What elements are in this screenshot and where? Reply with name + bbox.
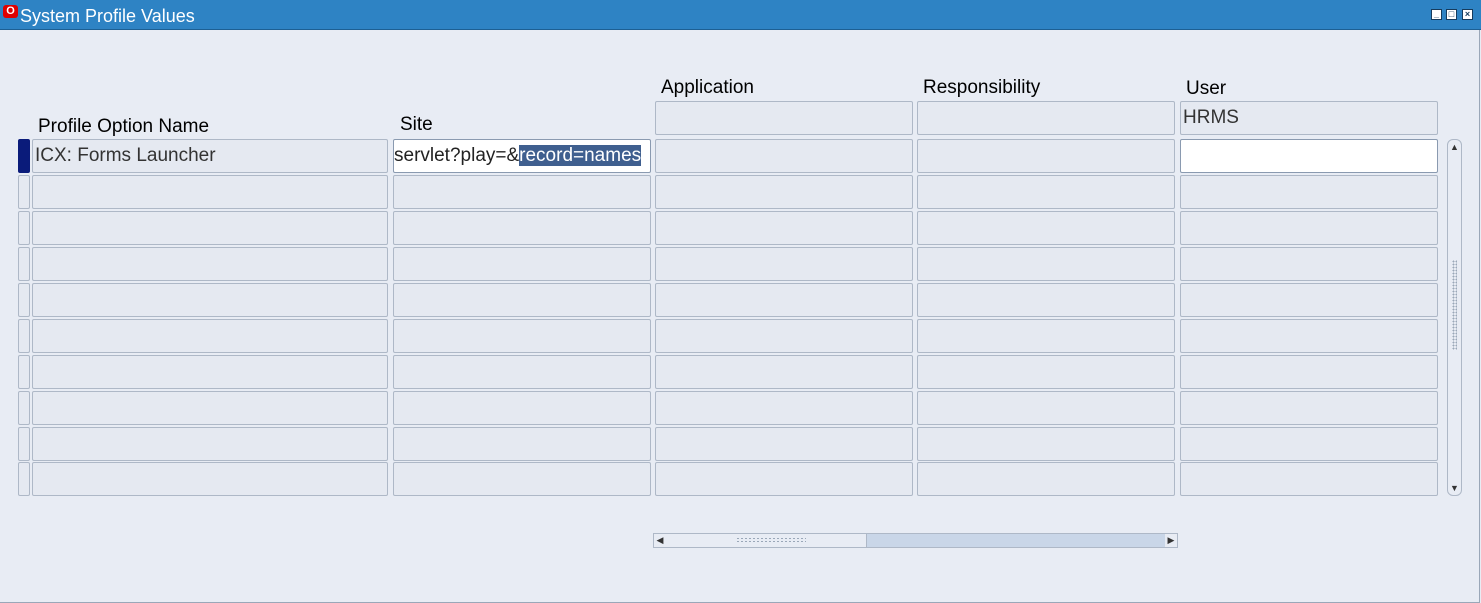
application-value-field[interactable] (655, 462, 913, 496)
context-application-field[interactable] (655, 101, 913, 135)
user-value-field[interactable] (1180, 139, 1438, 173)
profile-option-name-field[interactable]: ICX: Forms Launcher (32, 139, 388, 173)
responsibility-value-field[interactable] (917, 462, 1175, 496)
application-value-field[interactable] (655, 211, 913, 245)
responsibility-value-field[interactable] (917, 139, 1175, 173)
context-responsibility-field[interactable] (917, 101, 1175, 135)
header-application: Application (661, 77, 754, 98)
application-value-field[interactable] (655, 391, 913, 425)
responsibility-value-field[interactable] (917, 175, 1175, 209)
profile-option-name-field[interactable] (32, 211, 388, 245)
responsibility-value-field[interactable] (917, 211, 1175, 245)
record-indicator[interactable] (18, 175, 30, 209)
profile-option-name-field[interactable] (32, 391, 388, 425)
responsibility-value-field[interactable] (917, 391, 1175, 425)
application-value-field[interactable] (655, 427, 913, 461)
user-value-field[interactable] (1180, 319, 1438, 353)
profile-option-name-field[interactable] (32, 283, 388, 317)
site-value-field[interactable] (393, 283, 651, 317)
vertical-scrollbar[interactable]: ▲ ▼ (1447, 139, 1462, 496)
application-value-field[interactable] (655, 139, 913, 173)
header-responsibility: Responsibility (923, 77, 1041, 98)
scroll-right-icon[interactable]: ▶ (1165, 534, 1177, 547)
scroll-down-icon[interactable]: ▼ (1448, 482, 1461, 494)
window-title: System Profile Values (20, 6, 195, 26)
record-indicator[interactable] (18, 391, 30, 425)
record-indicator[interactable] (18, 283, 30, 317)
record-indicator[interactable] (18, 355, 30, 389)
user-value-field[interactable] (1180, 391, 1438, 425)
site-value-field[interactable]: servlet?play=&record=names (393, 139, 651, 173)
site-value-text: servlet?play=& (394, 145, 520, 166)
header-profile-option-name: Profile Option Name (38, 116, 210, 137)
site-value-field[interactable] (393, 319, 651, 353)
application-value-field[interactable] (655, 319, 913, 353)
user-value-field[interactable] (1180, 175, 1438, 209)
profile-option-name-field[interactable] (32, 462, 388, 496)
profile-option-name-field[interactable] (32, 427, 388, 461)
record-indicator[interactable] (18, 211, 30, 245)
application-value-field[interactable] (655, 247, 913, 281)
oracle-logo-icon: O (3, 5, 18, 18)
site-value-field[interactable] (393, 211, 651, 245)
user-value-field[interactable] (1180, 247, 1438, 281)
header-user: User (1186, 78, 1227, 99)
minimize-icon[interactable]: _ (1431, 9, 1442, 20)
profile-option-name-field[interactable] (32, 247, 388, 281)
profile-option-name-field[interactable] (32, 319, 388, 353)
user-value-field[interactable] (1180, 355, 1438, 389)
close-icon[interactable]: × (1462, 9, 1473, 20)
context-user-field[interactable]: HRMS (1180, 101, 1438, 135)
user-value-field[interactable] (1180, 283, 1438, 317)
scroll-up-icon[interactable]: ▲ (1448, 141, 1461, 153)
user-value-field[interactable] (1180, 211, 1438, 245)
site-value-field[interactable] (393, 462, 651, 496)
header-site: Site (400, 114, 433, 135)
responsibility-value-field[interactable] (917, 319, 1175, 353)
responsibility-value-field[interactable] (917, 427, 1175, 461)
site-value-field[interactable] (393, 391, 651, 425)
site-value-field[interactable] (393, 175, 651, 209)
responsibility-value-field[interactable] (917, 247, 1175, 281)
responsibility-value-field[interactable] (917, 283, 1175, 317)
maximize-icon[interactable]: □ (1446, 9, 1457, 20)
scroll-left-icon[interactable]: ◀ (654, 534, 666, 547)
responsibility-value-field[interactable] (917, 355, 1175, 389)
horizontal-scrollbar[interactable]: ◀ ▶ (653, 533, 1178, 548)
site-value-field[interactable] (393, 427, 651, 461)
site-value-field[interactable] (393, 247, 651, 281)
record-indicator[interactable] (18, 462, 30, 496)
scrollbar-grip-icon (736, 537, 806, 544)
application-value-field[interactable] (655, 175, 913, 209)
user-value-field[interactable] (1180, 462, 1438, 496)
horizontal-scroll-thumb[interactable] (666, 534, 867, 547)
site-value-field[interactable] (393, 355, 651, 389)
record-indicator-current[interactable] (18, 139, 30, 173)
title-bar[interactable]: O System Profile Values _ □ × (0, 0, 1481, 30)
application-value-field[interactable] (655, 283, 913, 317)
record-indicator[interactable] (18, 319, 30, 353)
scrollbar-grip-icon (1452, 260, 1457, 350)
site-value-selection: record=names (519, 145, 642, 166)
profile-option-name-field[interactable] (32, 355, 388, 389)
user-value-field[interactable] (1180, 427, 1438, 461)
record-indicator[interactable] (18, 427, 30, 461)
record-indicator[interactable] (18, 247, 30, 281)
profile-option-name-field[interactable] (32, 175, 388, 209)
application-value-field[interactable] (655, 355, 913, 389)
